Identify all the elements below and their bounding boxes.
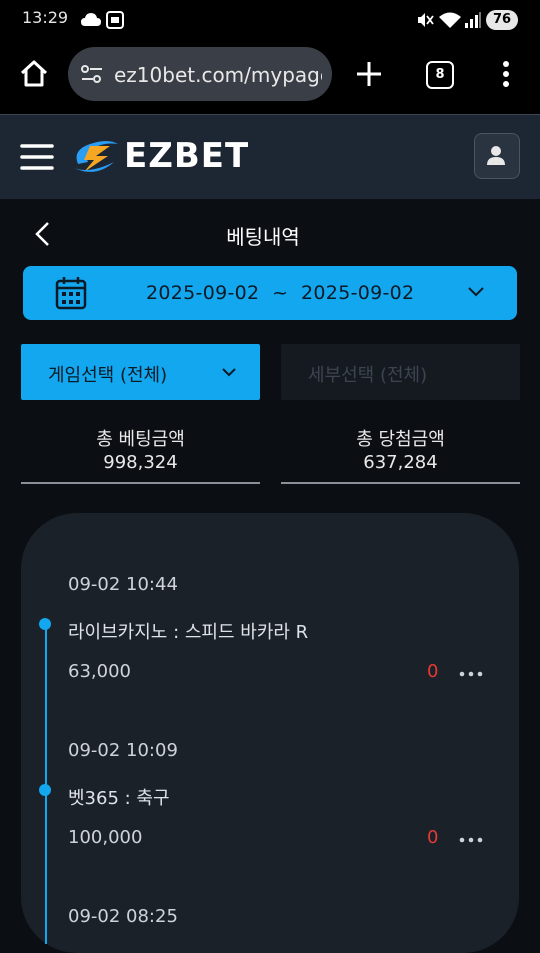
timeline-dot [39, 618, 51, 630]
entry-win: 0 [427, 827, 439, 848]
total-bet-label: 총 베팅금액 [96, 429, 185, 450]
more-dots-icon[interactable] [458, 836, 484, 844]
screenshot-icon [106, 11, 124, 29]
game-select-label[interactable]: 게임선택 (전체) [48, 361, 167, 387]
calendar-icon[interactable] [55, 276, 87, 310]
timeline-dot [39, 784, 51, 796]
wifi-icon [439, 12, 461, 28]
more-options-icon[interactable] [494, 58, 518, 90]
site-settings-icon[interactable] [80, 64, 104, 84]
summary-divider [281, 482, 520, 484]
chevron-down-icon[interactable] [466, 284, 486, 298]
entry-game: 벳365 : 축구 [68, 788, 170, 809]
detail-select-label[interactable]: 세부선택 (전체) [308, 361, 427, 387]
status-time: 13:29 [22, 8, 69, 27]
entry-amount: 100,000 [68, 827, 143, 848]
chevron-down-icon[interactable] [220, 365, 238, 379]
mute-icon [418, 13, 434, 27]
entry-game: 라이브카지노 : 스피드 바카라 R [68, 622, 309, 643]
page-title: 베팅내역 [226, 225, 300, 249]
new-tab-icon[interactable] [354, 59, 384, 89]
brand-name[interactable]: EZBET [124, 136, 249, 176]
brand-logo-icon[interactable] [70, 134, 124, 176]
home-icon[interactable] [18, 58, 50, 90]
entry-win: 0 [427, 661, 439, 682]
cloud-icon [81, 13, 101, 26]
tab-switcher-button[interactable]: 8 [426, 61, 454, 89]
signal-icon [465, 12, 481, 28]
user-icon[interactable] [484, 143, 508, 167]
date-start: 2025-09-02 [146, 282, 260, 304]
entry-amount: 63,000 [68, 661, 131, 682]
entry-time: 09-02 10:44 [68, 574, 178, 595]
hamburger-menu-icon[interactable] [20, 140, 54, 174]
total-win-value: 637,284 [363, 452, 438, 473]
date-separator: ~ [272, 282, 289, 304]
date-end: 2025-09-02 [301, 282, 415, 304]
total-bet-value: 998,324 [103, 452, 178, 473]
battery-indicator: 76 [486, 10, 518, 30]
entry-time: 09-02 10:09 [68, 740, 178, 761]
url-text[interactable]: ez10bet.com/mypage [114, 63, 322, 87]
entry-time: 09-02 08:25 [68, 906, 178, 927]
total-win-label: 총 당첨금액 [356, 429, 445, 450]
summary-divider [21, 482, 260, 484]
date-range-text[interactable]: 2025-09-02 ~ 2025-09-02 [146, 282, 414, 304]
more-dots-icon[interactable] [458, 670, 484, 678]
